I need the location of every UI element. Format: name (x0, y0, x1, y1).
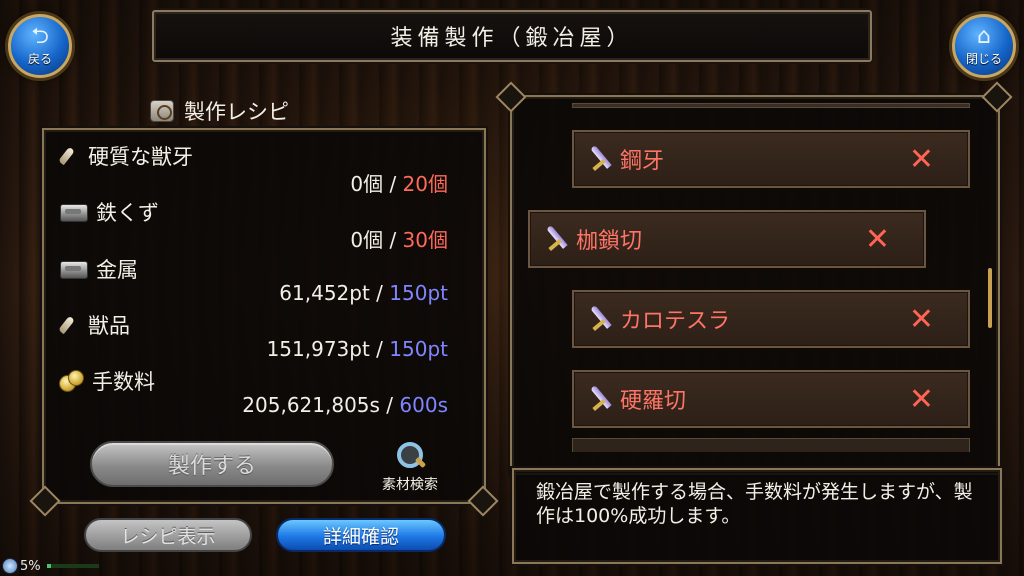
weapon-name: 硬羅切 (620, 389, 687, 414)
status-indicator: 5% (2, 556, 99, 576)
ingot-icon (58, 258, 88, 280)
material-quantity: 151,973pt / 150pt (267, 337, 448, 361)
quantity-separator: / (376, 281, 383, 305)
close-button[interactable]: ⌂ 閉じる (952, 14, 1016, 78)
message-box: 鍛冶屋で製作する場合、手数料が発生しますが、製作は100%成功します。 (512, 468, 1002, 564)
unavailable-icon: ✕ (908, 301, 934, 337)
page-title: 装備製作（鍛冶屋） (390, 26, 634, 51)
weapon-list-item[interactable]: 鋼牙 ✕ (572, 130, 970, 188)
recipe-header: 製作レシピ (150, 95, 289, 127)
material-have: 205,621,805s (242, 393, 380, 417)
home-icon: ⌂ (977, 23, 991, 49)
quantity-separator: / (389, 228, 397, 252)
material-need: 600s (399, 393, 448, 417)
quantity-separator: / (376, 337, 383, 361)
material-quantity: 0個 / 20個 (350, 168, 448, 197)
fang-icon (58, 314, 80, 336)
weapon-name: 枷鎖切 (576, 229, 643, 254)
weapon-list-item[interactable]: 硬羅切 ✕ (572, 370, 970, 428)
fang-icon (58, 145, 80, 167)
material-row: 獣品 151,973pt / 150pt (58, 311, 458, 367)
material-search-label: 素材検索 (382, 477, 438, 493)
search-icon (395, 440, 425, 470)
unavailable-icon: ✕ (908, 381, 934, 417)
material-row: 金属 61,452pt / 150pt (58, 255, 458, 311)
sword-icon (542, 225, 570, 253)
title-bar: 装備製作（鍛冶屋） (152, 10, 872, 62)
detail-confirm-label: 詳細確認 (322, 525, 399, 548)
craft-button-label: 製作する (167, 454, 256, 479)
list-item-edge (572, 438, 970, 452)
weapon-list-item-selected[interactable]: 枷鎖切 ✕ (528, 210, 926, 268)
material-search-button[interactable]: 素材検索 (370, 440, 450, 498)
material-have: 0個 (350, 228, 384, 252)
material-name: 硬質な獣牙 (88, 145, 193, 169)
material-row: 手数料 205,621,805s / 600s (58, 367, 458, 423)
recipe-book-icon (150, 100, 174, 122)
material-quantity: 0個 / 30個 (350, 224, 448, 253)
material-need: 20個 (402, 172, 448, 196)
craft-button[interactable]: 製作する (90, 441, 334, 487)
detail-confirm-button[interactable]: 詳細確認 (276, 518, 446, 552)
ingot-icon (58, 201, 88, 223)
sword-icon (586, 145, 614, 173)
material-need: 30個 (402, 228, 448, 252)
sword-icon (586, 305, 614, 333)
battery-bar (46, 564, 99, 568)
weapon-list-item[interactable]: カロテスラ ✕ (572, 290, 970, 348)
list-scrollbar[interactable] (988, 268, 992, 328)
material-quantity: 61,452pt / 150pt (279, 281, 448, 305)
recipe-title: 製作レシピ (184, 100, 289, 124)
material-name: 手数料 (92, 370, 155, 394)
material-quantity: 205,621,805s / 600s (242, 393, 448, 417)
message-text: 鍛冶屋で製作する場合、手数料が発生しますが、製作は100%成功します。 (536, 481, 973, 527)
material-name: 鉄くず (96, 201, 159, 225)
coin-icon (58, 369, 84, 393)
list-item-edge (572, 103, 970, 108)
battery-icon (2, 558, 18, 574)
recipe-view-label: レシピ表示 (120, 525, 216, 548)
back-button[interactable]: ⮌ 戻る (8, 14, 72, 78)
battery-level: 5% (20, 558, 41, 574)
material-need: 150pt (389, 337, 448, 361)
unavailable-icon: ✕ (864, 221, 890, 257)
back-button-label: 戻る (27, 51, 52, 66)
sword-icon (586, 385, 614, 413)
recipe-view-button[interactable]: レシピ表示 (84, 518, 252, 552)
material-row: 鉄くず 0個 / 30個 (58, 198, 458, 254)
quantity-separator: / (389, 172, 397, 196)
weapon-name: カロテスラ (620, 309, 731, 334)
material-have: 151,973pt (266, 337, 370, 361)
material-have: 0個 (350, 172, 384, 196)
material-have: 61,452pt (279, 281, 370, 305)
unavailable-icon: ✕ (908, 141, 934, 177)
quantity-separator: / (386, 393, 394, 417)
weapon-name: 鋼牙 (620, 149, 665, 174)
material-name: 獣品 (88, 314, 130, 338)
back-arrow-icon: ⮌ (31, 23, 49, 49)
material-name: 金属 (96, 258, 138, 282)
material-row: 硬質な獣牙 0個 / 20個 (58, 142, 458, 198)
close-button-label: 閉じる (965, 51, 1002, 66)
material-need: 150pt (389, 281, 448, 305)
